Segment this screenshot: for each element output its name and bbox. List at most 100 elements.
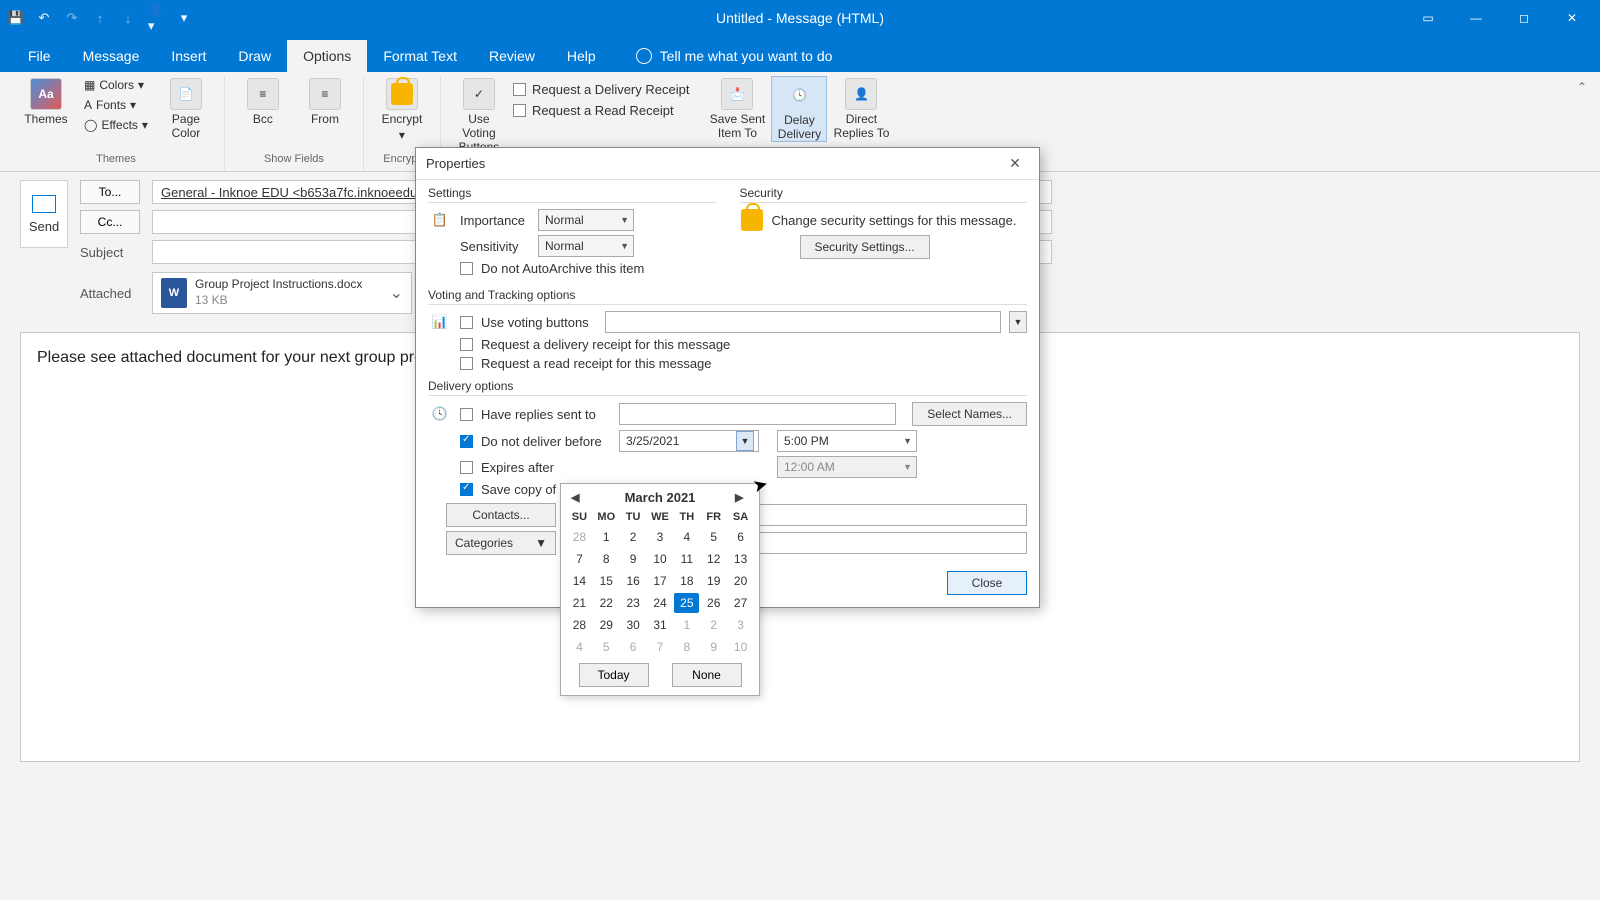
tab-file[interactable]: File: [12, 40, 67, 72]
close-window-button[interactable]: ✕: [1552, 4, 1592, 32]
colors-button[interactable]: ▦Colors ▾: [80, 76, 152, 94]
request-read-receipt[interactable]: Request a Read Receipt: [513, 101, 690, 120]
deliver-time-combo[interactable]: 5:00 PM ▼: [777, 430, 917, 452]
tab-draw[interactable]: Draw: [222, 40, 287, 72]
calendar-day[interactable]: 7: [648, 637, 673, 657]
calendar-day[interactable]: 8: [594, 549, 619, 569]
maximize-button[interactable]: ◻: [1504, 4, 1544, 32]
fonts-button[interactable]: AFonts ▾: [80, 96, 152, 114]
calendar-day[interactable]: 4: [567, 637, 592, 657]
sensitivity-combo[interactable]: Normal▼: [538, 235, 634, 257]
none-button[interactable]: None: [672, 663, 742, 687]
redo-icon[interactable]: ↷: [64, 10, 80, 26]
select-names-button[interactable]: Select Names...: [912, 402, 1027, 426]
calendar-day[interactable]: 11: [674, 549, 699, 569]
expires-time-combo[interactable]: 12:00 AM ▼: [777, 456, 917, 478]
calendar-day[interactable]: 28: [567, 527, 592, 547]
autoarchive-checkbox[interactable]: [460, 262, 473, 275]
today-button[interactable]: Today: [579, 663, 649, 687]
voting-dropdown-button[interactable]: ▼: [1009, 311, 1027, 333]
tab-insert[interactable]: Insert: [155, 40, 222, 72]
calendar-day[interactable]: 30: [621, 615, 646, 635]
expires-checkbox[interactable]: [460, 461, 473, 474]
dialog-close-button[interactable]: ✕: [1001, 152, 1029, 176]
have-replies-checkbox[interactable]: [460, 408, 473, 421]
calendar-day[interactable]: 21: [567, 593, 592, 613]
calendar-day[interactable]: 10: [728, 637, 753, 657]
save-sent-button[interactable]: 📩Save Sent Item To: [709, 76, 765, 140]
categories-button[interactable]: Categories▼: [446, 531, 556, 555]
next-month-button[interactable]: ▶: [735, 491, 749, 504]
calendar-day[interactable]: 5: [701, 527, 726, 547]
direct-replies-button[interactable]: 👤Direct Replies To: [833, 76, 889, 140]
contacts-button[interactable]: Contacts...: [446, 503, 556, 527]
calendar-day[interactable]: 2: [701, 615, 726, 635]
calendar-day[interactable]: 5: [594, 637, 619, 657]
save-icon[interactable]: 💾: [8, 10, 24, 26]
calendar-day[interactable]: 27: [728, 593, 753, 613]
calendar-day[interactable]: 6: [621, 637, 646, 657]
tab-help[interactable]: Help: [551, 40, 612, 72]
calendar-day[interactable]: 14: [567, 571, 592, 591]
checkbox-icon[interactable]: [513, 83, 526, 96]
person-icon[interactable]: 👤▾: [148, 10, 164, 26]
save-copy-checkbox[interactable]: [460, 483, 473, 496]
calendar-day[interactable]: 18: [674, 571, 699, 591]
calendar-day[interactable]: 17: [648, 571, 673, 591]
voting-input[interactable]: [605, 311, 1001, 333]
calendar-day[interactable]: 26: [701, 593, 726, 613]
effects-button[interactable]: ◯Effects ▾: [80, 116, 152, 134]
calendar-day[interactable]: 7: [567, 549, 592, 569]
page-color-button[interactable]: 📄 Page Color: [158, 76, 214, 140]
tab-options[interactable]: Options: [287, 40, 367, 72]
voting-buttons-button[interactable]: ✓Use Voting Buttons: [451, 76, 507, 154]
send-button[interactable]: Send: [20, 180, 68, 248]
delay-delivery-button[interactable]: 🕓Delay Delivery: [771, 76, 827, 142]
date-dropdown-button[interactable]: ▼: [736, 431, 754, 451]
calendar-day[interactable]: 12: [701, 549, 726, 569]
qat-more-icon[interactable]: ▾: [176, 10, 192, 26]
importance-combo[interactable]: Normal▼: [538, 209, 634, 231]
from-button[interactable]: ≡From: [297, 76, 353, 126]
themes-button[interactable]: Aa Themes: [18, 76, 74, 126]
read-receipt-checkbox[interactable]: [460, 357, 473, 370]
calendar-day[interactable]: 31: [648, 615, 673, 635]
undo-icon[interactable]: ↶: [36, 10, 52, 26]
calendar-day[interactable]: 9: [701, 637, 726, 657]
calendar-day[interactable]: 16: [621, 571, 646, 591]
up-arrow-icon[interactable]: ↑: [92, 10, 108, 26]
request-delivery-receipt[interactable]: Request a Delivery Receipt: [513, 80, 690, 99]
calendar-day[interactable]: 8: [674, 637, 699, 657]
cc-button[interactable]: Cc...: [80, 210, 140, 234]
tab-format-text[interactable]: Format Text: [367, 40, 473, 72]
calendar-day[interactable]: 1: [594, 527, 619, 547]
security-settings-button[interactable]: Security Settings...: [800, 235, 930, 259]
calendar-day[interactable]: 20: [728, 571, 753, 591]
calendar-day[interactable]: 6: [728, 527, 753, 547]
encrypt-button[interactable]: Encrypt▾: [374, 76, 430, 142]
calendar-day[interactable]: 10: [648, 549, 673, 569]
checkbox-icon[interactable]: [513, 104, 526, 117]
do-not-deliver-checkbox[interactable]: [460, 435, 473, 448]
tab-message[interactable]: Message: [67, 40, 156, 72]
calendar-day[interactable]: 22: [594, 593, 619, 613]
calendar-day[interactable]: 2: [621, 527, 646, 547]
calendar-day[interactable]: 13: [728, 549, 753, 569]
deliver-date-combo[interactable]: 3/25/2021 ▼: [619, 430, 759, 452]
calendar-day[interactable]: 19: [701, 571, 726, 591]
down-arrow-icon[interactable]: ↓: [120, 10, 136, 26]
calendar-day[interactable]: 3: [648, 527, 673, 547]
calendar-day[interactable]: 28: [567, 615, 592, 635]
use-voting-checkbox[interactable]: [460, 316, 473, 329]
calendar-day[interactable]: 1: [674, 615, 699, 635]
close-button[interactable]: Close: [947, 571, 1027, 595]
bcc-button[interactable]: ≡Bcc: [235, 76, 291, 126]
delivery-receipt-checkbox[interactable]: [460, 338, 473, 351]
tab-review[interactable]: Review: [473, 40, 551, 72]
calendar-day[interactable]: 9: [621, 549, 646, 569]
to-button[interactable]: To...: [80, 180, 140, 204]
ribbon-display-icon[interactable]: ▭: [1408, 4, 1448, 32]
minimize-button[interactable]: —: [1456, 4, 1496, 32]
calendar-day[interactable]: 24: [648, 593, 673, 613]
have-replies-input[interactable]: [619, 403, 896, 425]
